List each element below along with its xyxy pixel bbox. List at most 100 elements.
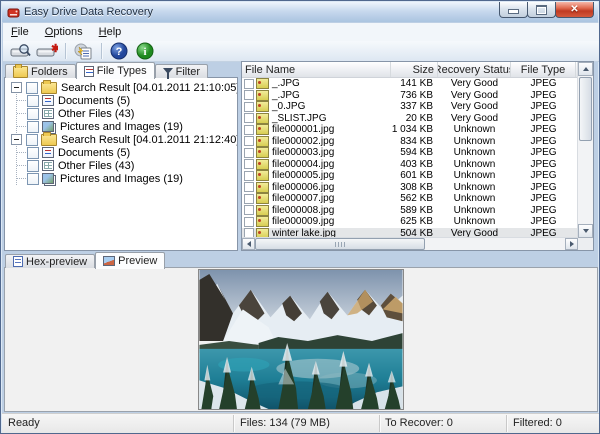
file-types-tree[interactable]: Search Result [04.01.2011 21:10:05]Docum… bbox=[4, 77, 238, 251]
collapse-icon[interactable] bbox=[11, 134, 22, 145]
tree-node-category[interactable]: Other Files (43) bbox=[17, 159, 237, 172]
size-cell: 1 034 KB bbox=[391, 124, 438, 135]
file-name-text: _.JPG bbox=[272, 78, 300, 89]
column-header-size[interactable]: Size bbox=[391, 62, 438, 77]
tab-label: Filter bbox=[176, 66, 200, 78]
menu-options[interactable]: Options bbox=[37, 24, 91, 40]
menu-help[interactable]: Help bbox=[91, 24, 130, 40]
file-name-cell: _0.JPG bbox=[242, 101, 391, 112]
scroll-left-button[interactable] bbox=[242, 238, 255, 250]
tree-node-category[interactable]: Pictures and Images (19) bbox=[17, 172, 237, 185]
checkbox[interactable] bbox=[244, 194, 254, 204]
checkbox[interactable] bbox=[27, 121, 39, 133]
table-row[interactable]: _0.JPG337 KBVery GoodJPEG bbox=[242, 101, 593, 113]
file-name-text: file000002.jpg bbox=[272, 136, 334, 147]
tree-node-search-result[interactable]: Search Result [04.01.2011 21:10:05] bbox=[5, 81, 237, 94]
type-cell: JPEG bbox=[511, 78, 576, 89]
table-row[interactable]: file000006.jpg308 KBUnknownJPEG bbox=[242, 182, 593, 194]
column-header-file-type[interactable]: File Type bbox=[511, 62, 576, 77]
checkbox[interactable] bbox=[244, 171, 254, 181]
column-header-file-name[interactable]: File Name bbox=[242, 62, 391, 77]
icon-pictures bbox=[42, 121, 54, 132]
checkbox[interactable] bbox=[244, 148, 254, 158]
window-title: Easy Drive Data Recovery bbox=[24, 6, 153, 18]
checkbox[interactable] bbox=[244, 217, 254, 227]
checkbox[interactable] bbox=[26, 82, 38, 94]
tree-node-category[interactable]: Other Files (43) bbox=[17, 107, 237, 120]
checkbox[interactable] bbox=[27, 95, 39, 107]
menu-file[interactable]: File bbox=[3, 24, 37, 40]
checkbox[interactable] bbox=[244, 182, 254, 192]
help-button[interactable]: ? bbox=[107, 42, 131, 60]
tree-node-search-result[interactable]: Search Result [04.01.2011 21:12:40] bbox=[5, 133, 237, 146]
status-cell: Unknown bbox=[438, 205, 511, 216]
table-row[interactable]: file000008.jpg589 KBUnknownJPEG bbox=[242, 205, 593, 217]
column-header-recovery-status[interactable]: Recovery Status bbox=[438, 62, 511, 77]
tab-preview[interactable]: Preview bbox=[95, 252, 165, 269]
arrow-right-icon bbox=[570, 241, 577, 247]
scroll-right-button[interactable] bbox=[565, 238, 578, 250]
type-cell: JPEG bbox=[511, 159, 576, 170]
checkbox[interactable] bbox=[244, 102, 254, 112]
scan-drive-button[interactable] bbox=[9, 42, 33, 60]
checkbox[interactable] bbox=[244, 90, 254, 100]
toolbar-separator bbox=[65, 43, 67, 59]
collapse-icon[interactable] bbox=[11, 82, 22, 93]
minimize-button[interactable] bbox=[499, 2, 528, 18]
checkbox[interactable] bbox=[244, 205, 254, 215]
recover-files-button[interactable]: ✱ bbox=[35, 42, 59, 60]
jpeg-file-icon bbox=[256, 136, 269, 147]
horizontal-scroll-thumb[interactable] bbox=[255, 238, 425, 250]
titlebar[interactable]: Easy Drive Data Recovery ✕ bbox=[2, 2, 598, 22]
vertical-scrollbar[interactable] bbox=[577, 62, 593, 238]
checkbox[interactable] bbox=[244, 136, 254, 146]
table-row[interactable]: file000002.jpg834 KBUnknownJPEG bbox=[242, 136, 593, 148]
app-window: Easy Drive Data Recovery ✕ FileOptionsHe… bbox=[0, 0, 600, 434]
vertical-scroll-thumb[interactable] bbox=[579, 77, 592, 141]
checkbox[interactable] bbox=[27, 147, 39, 159]
arrow-up-icon bbox=[583, 64, 589, 71]
jpeg-file-icon bbox=[256, 182, 269, 193]
tree-node-label: Documents (5) bbox=[58, 95, 130, 107]
tree-node-category[interactable]: Documents (5) bbox=[17, 94, 237, 107]
scroll-down-button[interactable] bbox=[578, 224, 593, 238]
close-button[interactable]: ✕ bbox=[555, 2, 594, 18]
table-row[interactable]: _SLIST.JPG20 KBVery GoodJPEG bbox=[242, 113, 593, 125]
table-row[interactable]: _.JPG736 KBVery GoodJPEG bbox=[242, 90, 593, 102]
status-separator bbox=[379, 415, 381, 432]
recovery-wizard-button[interactable] bbox=[71, 42, 95, 60]
checkbox[interactable] bbox=[27, 160, 39, 172]
tab-filter[interactable]: Filter bbox=[155, 64, 208, 78]
tab-folders[interactable]: Folders bbox=[5, 64, 76, 78]
file-name-cell: file000001.jpg bbox=[242, 124, 391, 135]
table-row[interactable]: file000007.jpg562 KBUnknownJPEG bbox=[242, 193, 593, 205]
checkbox[interactable] bbox=[27, 108, 39, 120]
table-row[interactable]: _.JPG141 KBVery GoodJPEG bbox=[242, 78, 593, 90]
left-panel-tabs: Folders File Types Filter bbox=[5, 62, 208, 79]
status-cell: Very Good bbox=[438, 90, 511, 101]
size-cell: 625 KB bbox=[391, 216, 438, 227]
about-button[interactable]: i bbox=[133, 42, 157, 60]
maximize-button[interactable] bbox=[527, 2, 556, 18]
tree-node-category[interactable]: Documents (5) bbox=[17, 146, 237, 159]
table-row[interactable]: file000003.jpg594 KBUnknownJPEG bbox=[242, 147, 593, 159]
file-name-text: _SLIST.JPG bbox=[272, 113, 326, 124]
checkbox[interactable] bbox=[27, 173, 39, 185]
table-row[interactable]: file000004.jpg403 KBUnknownJPEG bbox=[242, 159, 593, 171]
table-row[interactable]: file000005.jpg601 KBUnknownJPEG bbox=[242, 170, 593, 182]
checkbox[interactable] bbox=[244, 159, 254, 169]
checkbox[interactable] bbox=[26, 134, 38, 146]
file-name-cell: file000009.jpg bbox=[242, 216, 391, 227]
hex-document-icon bbox=[13, 256, 23, 267]
tab-label: Preview bbox=[118, 255, 157, 267]
minimize-icon bbox=[508, 9, 519, 14]
table-row[interactable]: file000001.jpg1 034 KBUnknownJPEG bbox=[242, 124, 593, 136]
checkbox[interactable] bbox=[244, 113, 254, 123]
checkbox[interactable] bbox=[244, 79, 254, 89]
tab-file-types[interactable]: File Types bbox=[76, 62, 155, 79]
scroll-up-button[interactable] bbox=[578, 62, 593, 76]
tab-hex-preview[interactable]: Hex-preview bbox=[5, 254, 95, 268]
checkbox[interactable] bbox=[244, 125, 254, 135]
horizontal-scrollbar[interactable] bbox=[242, 237, 578, 250]
table-row[interactable]: file000009.jpg625 KBUnknownJPEG bbox=[242, 216, 593, 228]
